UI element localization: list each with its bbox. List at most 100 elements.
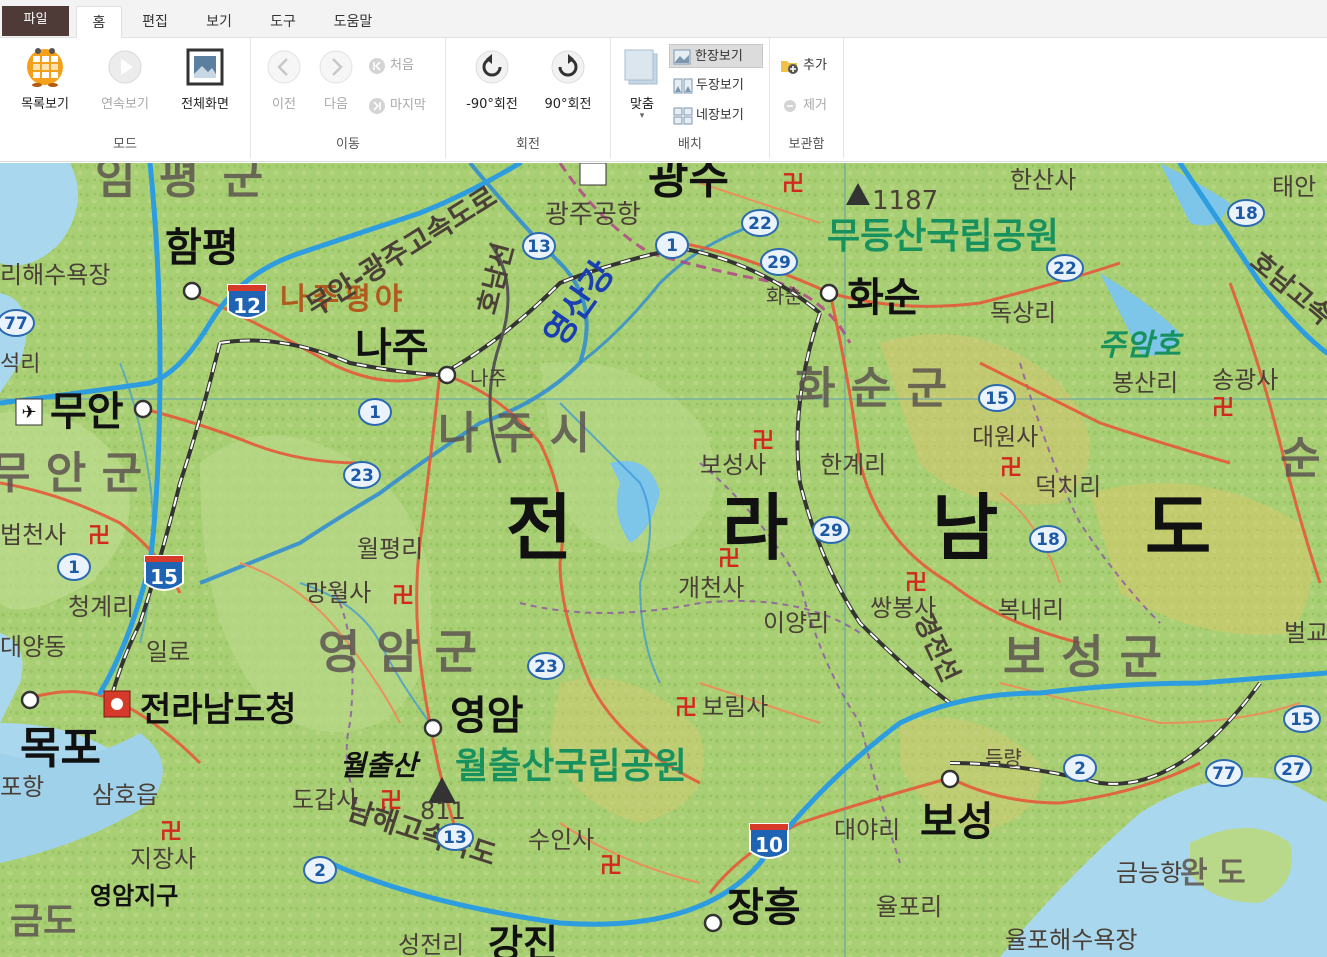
ribbon: 목록보기 연속보기 전체화면 모드 이전 다음 처음 마지막 이동 -90°회전… (0, 38, 1327, 162)
fit-dropdown-arrow-icon[interactable]: ▾ (619, 112, 665, 121)
remove-icon (784, 99, 796, 112)
town-label: 목포 (20, 723, 101, 774)
place-label: 봉산리 (1112, 369, 1178, 397)
city-marker (182, 281, 202, 301)
route-number: 2 (1074, 759, 1086, 779)
route-number: 1 (666, 236, 678, 256)
temple-icon: 卍 (675, 696, 697, 721)
double-page-button[interactable]: 두장보기 (671, 74, 744, 98)
national-park-label: 무등산국립공원 (827, 216, 1059, 257)
mountain-elevation: 1187 (872, 186, 938, 216)
place-label: 청계리 (68, 593, 134, 621)
remove-from-storage-button[interactable]: 제거 (778, 94, 827, 118)
skip-first-icon (369, 57, 385, 74)
first-page-button[interactable]: 처음 (365, 54, 414, 78)
temple-icon: 卍 (1212, 396, 1234, 421)
temple-icon: 卍 (600, 854, 622, 879)
place-label: 대야리 (834, 816, 900, 844)
map-canvas[interactable]: 전 라 남 도 임 평 군 무 안 군 나 주 시 화 순 군 영 암 군 보 … (0, 163, 1327, 957)
place-label: 포항 (0, 773, 44, 801)
quad-page-button[interactable]: 네장보기 (671, 104, 744, 128)
place-label: 나주 (470, 366, 507, 390)
route-number: 27 (1281, 760, 1305, 780)
place-label: 대양동 (0, 633, 66, 661)
place-label: 석리 (0, 352, 40, 377)
tab-help[interactable]: 도움말 (322, 6, 384, 38)
temple-icon: 卍 (380, 789, 402, 814)
tab-tools[interactable]: 도구 (258, 6, 308, 38)
map-viewer[interactable]: 전 라 남 도 임 평 군 무 안 군 나 주 시 화 순 군 영 암 군 보 … (0, 163, 1327, 957)
county-label: 순 (1280, 433, 1320, 484)
full-screen-button[interactable]: 전체화면 (168, 46, 242, 118)
place-label: 독상리 (990, 299, 1056, 327)
first-page-label: 처음 (390, 58, 414, 73)
place-label: 득량 (985, 746, 1022, 770)
place-label: 전라남도청 (140, 690, 296, 730)
temple-icon: 卍 (718, 547, 740, 572)
rotate-ccw-button[interactable]: -90°회전 (456, 46, 528, 118)
group-move: 이전 다음 처음 마지막 이동 (251, 38, 446, 158)
group-rotate: -90°회전 90°회전 회전 (446, 38, 611, 158)
route-number: 18 (1036, 530, 1060, 550)
town-label: 화순 (847, 275, 921, 321)
place-label: 한산사 (1010, 166, 1076, 194)
skip-last-icon (369, 97, 385, 114)
city-marker (133, 399, 153, 419)
town-label: 장흥 (727, 885, 801, 931)
continuous-view-button[interactable]: 연속보기 (90, 46, 160, 118)
last-page-button[interactable]: 마지막 (365, 94, 426, 118)
city-marker (437, 365, 457, 385)
list-view-button[interactable]: 목록보기 (10, 46, 80, 118)
place-label: 화순 (766, 284, 803, 308)
lake-label: 주암호 (1098, 328, 1184, 363)
city-marker (940, 769, 960, 789)
add-to-storage-button[interactable]: 추가 (778, 54, 827, 78)
place-label: 대원사 (972, 423, 1038, 451)
place-label: 한계리 (820, 451, 886, 479)
ribbon-tab-bar: 파일 홈 편집 보기 도구 도움말 (0, 0, 1327, 39)
government-office-inner-icon (111, 698, 123, 710)
tab-file[interactable]: 파일 (2, 6, 69, 36)
single-page-label: 한장보기 (695, 49, 743, 64)
group-rotate-label: 회전 (516, 137, 540, 152)
place-label: 수인사 (528, 826, 594, 854)
fit-button[interactable]: 맞춤 ▾ (619, 46, 665, 121)
route-number: 15 (985, 389, 1009, 409)
place-label: 개천사 (678, 574, 744, 602)
svg-text:12: 12 (233, 294, 261, 318)
town-label: 광주 (648, 163, 729, 204)
next-button[interactable]: 다음 (311, 46, 361, 118)
temple-icon: 卍 (88, 524, 110, 549)
place-label: 이양리 (763, 609, 829, 637)
tab-home[interactable]: 홈 (76, 6, 122, 39)
group-move-label: 이동 (336, 137, 360, 152)
svg-text:15: 15 (150, 565, 178, 589)
place-label: 월평리 (357, 535, 423, 563)
highway-shield: 12 (227, 284, 267, 319)
city-marker (819, 283, 839, 303)
rotate-cw-button[interactable]: 90°회전 (534, 46, 602, 118)
route-number: 77 (4, 314, 28, 334)
continuous-view-label: 연속보기 (101, 97, 149, 112)
place-label: 리해수욕장 (0, 261, 110, 289)
route-number: 23 (534, 657, 558, 677)
place-label: 송광사 (1212, 366, 1278, 394)
thumbnail-grid-icon (27, 48, 63, 87)
single-page-button[interactable]: 한장보기 (669, 44, 763, 68)
place-label: 보성사 (700, 451, 766, 479)
tab-edit[interactable]: 편집 (130, 6, 180, 38)
place-label: 광주공항 (545, 200, 641, 230)
rotate-cw-label: 90°회전 (544, 97, 592, 112)
place-label: 금도 (10, 901, 76, 942)
prev-button[interactable]: 이전 (259, 46, 309, 118)
add-folder-icon (781, 60, 798, 74)
list-view-label: 목록보기 (21, 97, 69, 112)
route-number: 29 (767, 253, 791, 273)
chevron-left-icon (267, 50, 301, 84)
quad-page-label: 네장보기 (696, 108, 744, 123)
route-number: 1 (369, 403, 381, 423)
place-label: 덕치리 (1035, 473, 1101, 501)
place-label: 영암지구 (90, 882, 178, 910)
tab-view[interactable]: 보기 (194, 6, 244, 38)
route-number: 22 (1053, 259, 1077, 279)
